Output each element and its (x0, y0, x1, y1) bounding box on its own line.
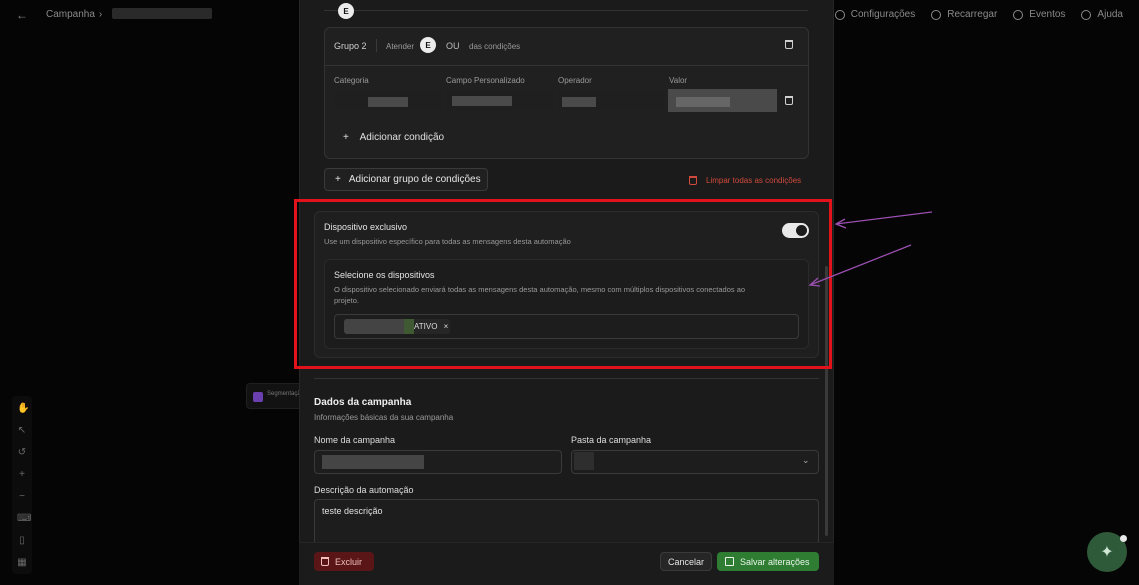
delete-label: Excluir (335, 556, 363, 567)
top-actions: Configurações Recarregar Eventos Ajuda (834, 9, 1123, 20)
chevron-right-icon: › (98, 9, 103, 20)
add-group-button[interactable]: + Adicionar grupo de condições (324, 168, 488, 191)
campaign-section-subtitle: Informações básicas da sua campanha (314, 413, 454, 422)
canvas-node[interactable]: Segmentação (246, 383, 306, 409)
group-title: Grupo 2 (334, 41, 367, 51)
column-category: Categoria (334, 76, 369, 85)
campaign-section-title: Dados da campanha (314, 397, 412, 408)
campaign-name-label: Nome da campanha (314, 435, 396, 445)
column-value: Valor (669, 76, 688, 85)
campaign-name-redacted (112, 8, 212, 19)
delete-button[interactable]: Excluir (314, 552, 374, 571)
match-label: Atender (386, 42, 415, 51)
annotation-arrow-1 (835, 211, 933, 225)
column-operator: Operador (558, 76, 592, 85)
plus-icon: + (335, 174, 341, 185)
add-condition-button[interactable]: + Adicionar condição (343, 132, 444, 143)
clear-trash-icon (689, 176, 697, 185)
grid-icon[interactable]: ▦ (17, 557, 27, 569)
pointer-icon[interactable]: ↖ (17, 425, 27, 437)
and-badge: E (338, 3, 354, 19)
highlight-annotation (294, 199, 832, 369)
node-icon (253, 392, 263, 402)
zoom-in-icon[interactable]: + (17, 469, 27, 481)
add-group-label: Adicionar grupo de condições (348, 174, 481, 185)
divider (324, 10, 808, 11)
delete-condition-trash-icon[interactable] (785, 96, 793, 105)
events-action[interactable]: Eventos (1013, 9, 1065, 20)
save-label: Salvar alterações (740, 556, 810, 567)
keyboard-icon[interactable]: ⌨ (17, 513, 31, 525)
redacted-value (676, 97, 730, 107)
sparkle-icon: ✦ (1100, 544, 1114, 561)
divider (314, 378, 819, 379)
redacted-value (452, 96, 512, 106)
delete-group-trash-icon[interactable] (785, 40, 793, 49)
campaign-folder-label: Pasta da campanha (571, 435, 652, 445)
refresh-icon (931, 9, 942, 20)
undo-icon[interactable]: ↺ (17, 447, 27, 459)
help-icon (1081, 9, 1092, 20)
cancel-button[interactable]: Cancelar (660, 552, 712, 571)
chevron-down-icon: ⌄ (802, 455, 810, 465)
add-condition-label: Adicionar condição (359, 132, 445, 143)
events-icon (1013, 9, 1024, 20)
divider (376, 39, 377, 52)
annotation-arrowhead-1 (834, 218, 847, 229)
description-value: teste descrição (322, 506, 383, 516)
description-label: Descrição da automação (314, 485, 414, 495)
cancel-label: Cancelar (667, 556, 705, 567)
hand-icon[interactable]: ✋ (17, 403, 29, 415)
match-mode-or-toggle[interactable]: OU (446, 41, 460, 51)
help-action[interactable]: Ajuda (1081, 9, 1123, 20)
campaign-folder-select[interactable] (571, 450, 819, 474)
map-icon[interactable]: ▯ (17, 535, 27, 547)
breadcrumb: Campanha › (46, 9, 102, 20)
settings-action[interactable]: Configurações (834, 9, 915, 20)
back-arrow-icon[interactable]: ← (16, 8, 28, 22)
notification-dot (1120, 535, 1127, 542)
column-custom-field: Campo Personalizado (446, 76, 525, 85)
divider (325, 65, 808, 66)
save-button[interactable]: Salvar alterações (717, 552, 819, 571)
breadcrumb-campaign[interactable]: Campanha (46, 9, 95, 20)
conditions-label: das condições (469, 42, 521, 51)
canvas-toolbar: ✋ ↖ ↺ + − ⌨ ▯ ▦ (12, 396, 32, 574)
redacted-value (368, 97, 408, 107)
trash-icon (321, 557, 329, 566)
redacted-folder (574, 452, 594, 470)
match-mode-e-toggle[interactable]: E (420, 37, 436, 53)
redacted-campaign-name (322, 455, 424, 469)
assistant-fab[interactable]: ✦ (1087, 532, 1127, 572)
app-root: ← Campanha › Configurações Recarregar Ev… (0, 0, 1139, 585)
reload-action[interactable]: Recarregar (931, 9, 997, 20)
save-icon (725, 557, 734, 566)
gear-icon (834, 9, 845, 20)
clear-conditions-link[interactable]: Limpar todas as condições (706, 176, 801, 185)
zoom-out-icon[interactable]: − (17, 491, 27, 503)
plus-icon: + (343, 132, 349, 143)
redacted-value (562, 97, 596, 107)
